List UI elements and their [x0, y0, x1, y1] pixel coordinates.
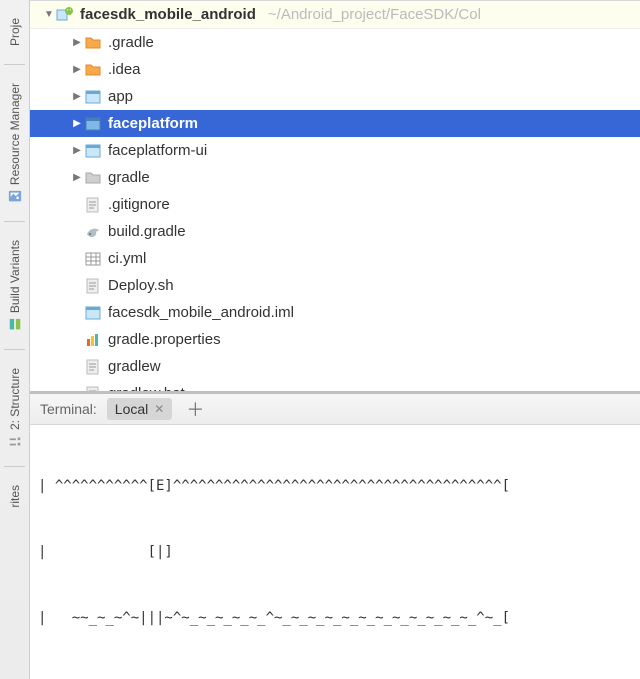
tree-item-label: app [108, 88, 133, 105]
module-icon [84, 115, 102, 133]
tree-item-label: gradle.properties [108, 331, 221, 348]
tree-item-label: .gradle [108, 34, 154, 51]
tree-item[interactable]: ▶ .gradle [30, 29, 640, 56]
add-terminal-button[interactable]: ＋ [180, 396, 210, 422]
terminal-tab-label: Local [115, 401, 148, 417]
tree-item-label: build.gradle [108, 223, 186, 240]
terminal-title: Terminal: [30, 401, 107, 417]
sidebar-tab-structure[interactable]: 2: Structure [8, 368, 22, 448]
project-root-name: facesdk_mobile_android [80, 6, 256, 23]
divider [4, 349, 24, 350]
terminal-line: | ~~_~_~^~|||~^~_~_~_~_~_^~_~_~_~_~_~_~_… [38, 607, 632, 629]
gradle-icon [84, 223, 102, 241]
expand-arrow-icon[interactable]: ▶ [70, 118, 84, 129]
divider [4, 466, 24, 467]
expand-arrow-icon[interactable]: ▶ [70, 37, 84, 48]
terminal-line: | [|] [38, 541, 632, 563]
tree-item-label: gradlew.bat [108, 385, 185, 391]
terminal-tab-local[interactable]: Local ✕ [107, 398, 173, 420]
file-text-icon [84, 277, 102, 295]
sidebar-tab-resource-manager[interactable]: Resource Manager [8, 83, 22, 203]
folder-orange-icon [84, 34, 102, 52]
tree-item-label: faceplatform [108, 115, 198, 132]
tree-item[interactable]: ▶ .idea [30, 56, 640, 83]
tree-item-label: .gitignore [108, 196, 170, 213]
tree-item-label: gradle [108, 169, 150, 186]
structure-icon [8, 434, 22, 448]
tree-item-label: ci.yml [108, 250, 146, 267]
project-root-path: ~/Android_project/FaceSDK/Col [268, 6, 481, 23]
tree-item[interactable]: ▶ gradle [30, 164, 640, 191]
variants-icon [8, 317, 22, 331]
tree-item-label: faceplatform-ui [108, 142, 207, 159]
tree-item-label: .idea [108, 61, 141, 78]
module-icon [84, 88, 102, 106]
tree-item[interactable]: gradlew [30, 353, 640, 380]
folder-gray-icon [84, 169, 102, 187]
expand-arrow-icon[interactable]: ▼ [42, 9, 56, 20]
tree-item[interactable]: gradle.properties [30, 326, 640, 353]
project-tree[interactable]: ▼ facesdk_mobile_android ~/Android_proje… [30, 0, 640, 391]
tool-window-bar: Proje Resource Manager Build Variants 2:… [0, 0, 30, 679]
tree-item[interactable]: ci.yml [30, 245, 640, 272]
expand-arrow-icon[interactable]: ▶ [70, 91, 84, 102]
sidebar-tab-favorites[interactable]: rites [8, 485, 22, 508]
android-module-icon [56, 6, 74, 24]
sidebar-tab-project[interactable]: Proje [8, 18, 22, 46]
folder-orange-icon [84, 61, 102, 79]
tree-item-label: gradlew [108, 358, 161, 375]
tree-item[interactable]: build.gradle [30, 218, 640, 245]
expand-arrow-icon[interactable]: ▶ [70, 64, 84, 75]
image-icon [8, 189, 22, 203]
expand-arrow-icon[interactable]: ▶ [70, 172, 84, 183]
file-text-icon [84, 385, 102, 392]
main-panel: ▼ facesdk_mobile_android ~/Android_proje… [30, 0, 640, 679]
tree-item[interactable]: .gitignore [30, 191, 640, 218]
sidebar-tab-build-variants[interactable]: Build Variants [8, 240, 22, 331]
terminal-line: | ^^^^^^^^^^^[E]^^^^^^^^^^^^^^^^^^^^^^^^… [38, 475, 632, 497]
tree-item[interactable]: ▶ app [30, 83, 640, 110]
props-icon [84, 331, 102, 349]
table-icon [84, 250, 102, 268]
divider [4, 221, 24, 222]
tree-item[interactable]: gradlew.bat [30, 380, 640, 391]
tree-item[interactable]: Deploy.sh [30, 272, 640, 299]
close-icon[interactable]: ✕ [154, 402, 164, 416]
tree-item[interactable]: ▶ faceplatform-ui [30, 137, 640, 164]
expand-arrow-icon[interactable]: ▶ [70, 145, 84, 156]
terminal-output[interactable]: | ^^^^^^^^^^^[E]^^^^^^^^^^^^^^^^^^^^^^^^… [30, 425, 640, 679]
terminal-tabs: Terminal: Local ✕ ＋ [30, 391, 640, 425]
tree-item[interactable]: facesdk_mobile_android.iml [30, 299, 640, 326]
module-icon [84, 142, 102, 160]
file-text-icon [84, 358, 102, 376]
divider [4, 64, 24, 65]
project-root-row[interactable]: ▼ facesdk_mobile_android ~/Android_proje… [30, 1, 640, 29]
tree-item-label: Deploy.sh [108, 277, 174, 294]
tree-item[interactable]: ▶ faceplatform [30, 110, 640, 137]
iml-icon [84, 304, 102, 322]
tree-item-label: facesdk_mobile_android.iml [108, 304, 294, 321]
file-text-icon [84, 196, 102, 214]
